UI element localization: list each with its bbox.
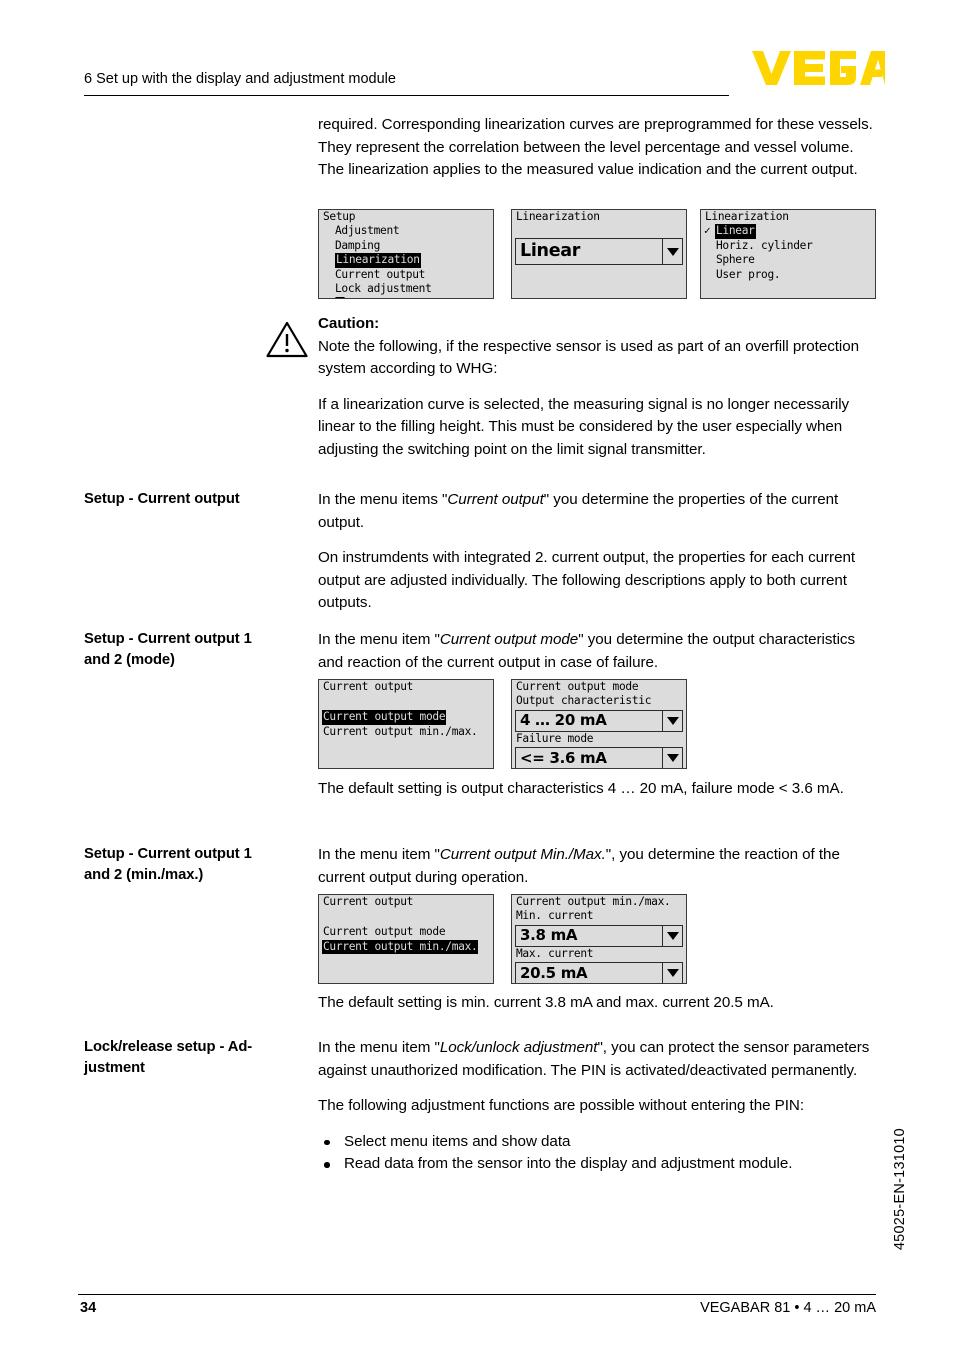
marginal-heading-minmax: Setup - Current output 1 and 2 (min./max…: [84, 844, 306, 885]
menu-item-current-output-mode[interactable]: Current output mode: [319, 710, 493, 725]
text-pre: In the menu item ": [318, 846, 440, 863]
mode-text-block: In the menu item "Current output mode" y…: [318, 629, 876, 674]
lock-paragraph-1: In the menu item "Lock/unlock adjustment…: [318, 1037, 876, 1082]
text-pre: In the menu item ": [318, 631, 440, 648]
linearization-value-field[interactable]: Linear: [515, 238, 683, 266]
output-characteristic-value: 4 … 20 mA: [520, 711, 607, 730]
footer-divider: [78, 1294, 876, 1295]
min-current-value: 3.8 mA: [520, 926, 578, 945]
footer-product: VEGABAR 81 • 4 … 20 mA: [700, 1300, 876, 1316]
header-divider: [84, 95, 729, 96]
menu-reference: Lock/unlock adjustment: [439, 1039, 598, 1056]
menu-item-lock-adjustment[interactable]: Lock adjustment: [319, 282, 493, 296]
mode-default-note: The default setting is output characteri…: [318, 780, 844, 797]
failure-mode-field[interactable]: <= 3.6 mA: [515, 747, 683, 768]
output-characteristic-field[interactable]: 4 … 20 mA: [515, 709, 683, 732]
chevron-down-icon[interactable]: [662, 963, 682, 983]
label-failure-mode: Failure mode: [516, 731, 594, 745]
screen-title: Linearization: [705, 210, 789, 223]
display-screen-linearization-list: Linearization ✓ Linear Horiz. cylinder Sp…: [700, 209, 876, 299]
menu-reference: Current output mode: [439, 631, 579, 648]
display-screen-current-output-menu-mode: Current output Current output mode Curre…: [318, 679, 494, 769]
screen-title: Linearization: [516, 210, 600, 223]
list-item: Read data from the sensor into the displ…: [318, 1153, 876, 1176]
display-screen-setup-menu: Setup Adjustment Damping Linearization C…: [318, 209, 494, 299]
lock-text-block: In the menu item "Lock/unlock adjustment…: [318, 1037, 876, 1176]
menu-item-current-output-minmax[interactable]: Current output min./max.: [319, 939, 493, 955]
label-max-current: Max. current: [516, 946, 594, 960]
scroll-down-arrow-icon[interactable]: [335, 297, 345, 298]
display-screen-linearization-value: Linearization Linear: [511, 209, 687, 299]
list-item-horiz-cylinder[interactable]: Horiz. cylinder: [701, 239, 875, 253]
max-current-field[interactable]: 20.5 mA: [515, 962, 683, 983]
caution-paragraph-2: If a linearization curve is selected, th…: [318, 395, 850, 458]
current-output-paragraph-2: On instrumdents with integrated 2. curre…: [318, 549, 856, 612]
min-current-field[interactable]: 3.8 mA: [515, 924, 683, 947]
menu-reference: Current output: [447, 491, 544, 508]
screen-title: Current output: [323, 895, 414, 908]
list-item-linear[interactable]: ✓ Linear: [701, 224, 875, 239]
menu-item-adjustment[interactable]: Adjustment: [319, 224, 493, 238]
minmax-default-note-block: The default setting is min. current 3.8 …: [318, 992, 876, 1015]
menu-item-current-output[interactable]: Current output: [319, 268, 493, 282]
marginal-mode-line-1: Setup - Current output 1: [84, 631, 252, 647]
caution-paragraph-1: Caution: Note the following, if the respe…: [318, 313, 876, 381]
vega-logo: [752, 50, 885, 86]
marginal-heading-current-output: Setup - Current output: [84, 491, 240, 507]
marginal-mode-line-2: and 2 (mode): [84, 651, 175, 668]
marginal-minmax-line-1: Setup - Current output 1: [84, 846, 252, 862]
page-number: 34: [80, 1300, 97, 1316]
checkmark-icon: ✓: [704, 224, 711, 238]
marginal-heading-lock: Lock/release setup - Ad- justment: [84, 1037, 306, 1078]
menu-item-current-output-minmax[interactable]: Current output min./max.: [319, 725, 493, 739]
chevron-down-icon[interactable]: [662, 710, 682, 731]
current-output-paragraph-1: In the menu items "Current output" you d…: [318, 489, 876, 534]
screen-title: Current output mode: [516, 680, 639, 693]
marginal-heading-mode: Setup - Current output 1 and 2 (mode): [84, 629, 306, 670]
warning-triangle-icon: [266, 321, 308, 358]
current-output-text-block: In the menu items "Current output" you d…: [318, 489, 876, 615]
intro-paragraph: required. Corresponding linearization cu…: [318, 116, 873, 179]
chevron-down-icon[interactable]: [662, 748, 682, 768]
minmax-paragraph: In the menu item "Current output Min./Ma…: [318, 844, 876, 889]
screen-title: Current output min./max.: [516, 895, 671, 908]
max-current-value: 20.5 mA: [520, 963, 588, 982]
marginal-lock-line-2: justment: [84, 1059, 145, 1076]
failure-mode-value: <= 3.6 mA: [520, 748, 607, 767]
linearization-value: Linear: [520, 241, 581, 262]
caution-block: Caution: Note the following, if the respe…: [318, 313, 876, 462]
text-pre: In the menu items ": [318, 491, 448, 508]
menu-item-current-output-mode[interactable]: Current output mode: [319, 925, 493, 939]
intro-paragraph-block: required. Corresponding linearization cu…: [318, 114, 876, 182]
chevron-down-icon[interactable]: [662, 925, 682, 946]
lock-bullet-list: Select menu items and show data Read dat…: [318, 1131, 876, 1176]
document-code: 45025-EN-131010: [892, 1128, 908, 1251]
label-output-characteristic: Output characteristic: [516, 694, 652, 708]
mode-paragraph: In the menu item "Current output mode" y…: [318, 629, 876, 674]
display-screen-current-output-minmax-values: Current output min./max. Min. current 3.…: [511, 894, 687, 984]
screen-title: Current output: [323, 680, 414, 693]
list-item: Select menu items and show data: [318, 1131, 876, 1154]
mode-default-note-block: The default setting is output characteri…: [318, 778, 876, 801]
menu-reference: Current output Min./Max.: [439, 846, 606, 863]
lock-paragraph-2: The following adjustment functions are p…: [318, 1097, 804, 1115]
text-pre: In the menu item ": [318, 1039, 440, 1056]
list-item-user-prog[interactable]: User prog.: [701, 268, 875, 282]
page-header: 6 Set up with the display and adjustment…: [84, 70, 729, 96]
marginal-lock-line-1: Lock/release setup - Ad-: [84, 1039, 253, 1055]
display-screen-current-output-mode-values: Current output mode Output characteristi…: [511, 679, 687, 769]
marginal-minmax-line-2: and 2 (min./max.): [84, 866, 204, 883]
chevron-down-icon[interactable]: [662, 239, 682, 265]
screen-title: Setup: [323, 210, 356, 223]
menu-item-damping[interactable]: Damping: [319, 239, 493, 253]
display-screen-current-output-menu-minmax: Current output Current output mode Curre…: [318, 894, 494, 984]
minmax-text-block: In the menu item "Current output Min./Ma…: [318, 844, 876, 889]
minmax-default-note: The default setting is min. current 3.8 …: [318, 994, 774, 1011]
caution-text-1: Note the following, if the respective se…: [318, 337, 860, 378]
label-min-current: Min. current: [516, 909, 594, 923]
list-item-sphere[interactable]: Sphere: [701, 253, 875, 267]
caution-title: Caution:: [318, 315, 380, 332]
chapter-title: 6 Set up with the display and adjustment…: [84, 71, 396, 87]
menu-item-linearization[interactable]: Linearization: [319, 253, 493, 268]
